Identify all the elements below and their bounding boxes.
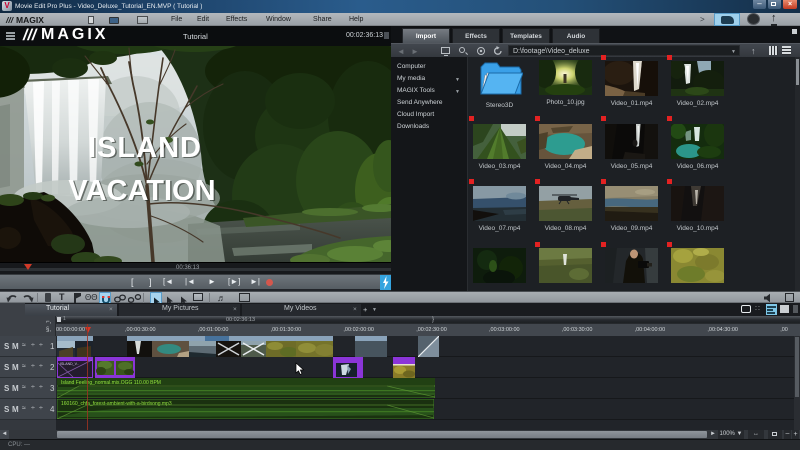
- svg-text:Island Feeling_normal.mix.OGG: Island Feeling_normal.mix.OGG 110.00 BPM: [61, 380, 161, 386]
- svg-text:160160_chfa_forest-ambient-wit: 160160_chfa_forest-ambient-with-a-birdso…: [61, 401, 172, 407]
- svg-text:VACATION: VACATION: [68, 175, 215, 207]
- svg-text:ISLAND_V..: ISLAND_V..: [60, 362, 79, 366]
- svg-text:ISLAND: ISLAND: [88, 132, 202, 164]
